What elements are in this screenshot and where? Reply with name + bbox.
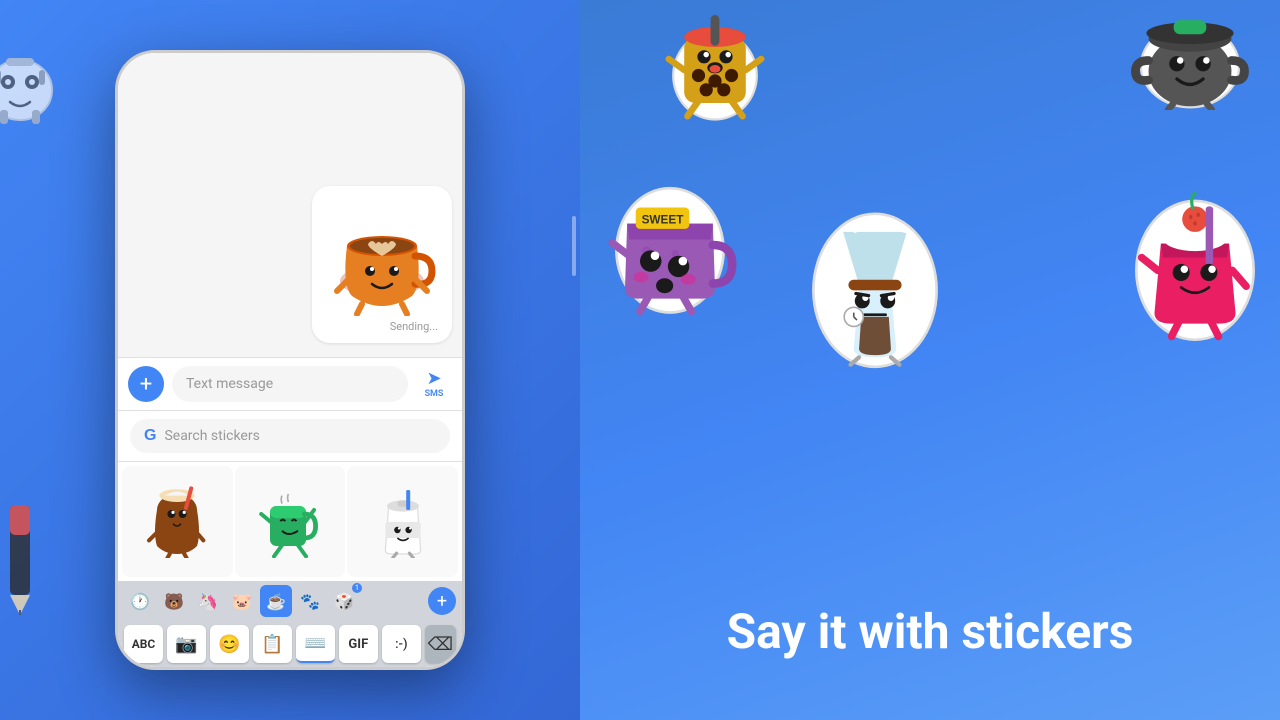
emoji-key[interactable]: 📷 [167,625,206,663]
phone-frame: Sending... + Text message ➤ SMS G Search… [115,50,465,670]
emoticon-text-key[interactable]: :-) [382,625,421,663]
sticker-cell-1[interactable] [122,466,233,577]
emoticon-key[interactable]: 😊 [210,625,249,663]
clipboard-key[interactable]: 📋 [253,625,292,663]
chat-area: Sending... [118,53,462,357]
tagline: Say it with stickers [727,603,1134,660]
keyboard-bottom-row: ABC 📷 😊 📋 ⌨️ GIF :-) ⌫ [118,621,462,667]
boba-sticker [660,15,770,125]
sticker-search-field[interactable]: G Search stickers [130,419,450,453]
sticker-tab-3[interactable]: 🐷 [226,585,258,617]
sticker-tab-4[interactable]: 🐾 [294,585,326,617]
sticker-tab-coffee[interactable]: ☕ [260,585,292,617]
svg-text:SWEET: SWEET [642,214,685,227]
sticker-grid [118,461,462,581]
sweet-mug-sticker: SWEET [600,170,740,320]
search-stickers-placeholder: Search stickers [164,428,259,444]
send-icon: ➤ [426,370,441,388]
send-label: SMS [425,389,444,399]
latte-sticker [322,196,442,316]
recent-tab[interactable]: 🕐 [124,585,156,617]
scroll-indicator [572,216,576,276]
left-panel: Sending... + Text message ➤ SMS G Search… [0,0,580,720]
bg-sticker-pencil [0,500,70,620]
message-bubble: Sending... [312,186,452,343]
sticker-tab-5[interactable]: 🎲 1 [328,585,360,617]
strawberry-shake-sticker [1125,185,1265,345]
abc-key[interactable]: ABC [124,625,163,663]
emoji-tab-row: 🕐 🐻 🦄 🐷 ☕ 🐾 🎲 1 + [118,581,462,621]
sticker-search-row: G Search stickers [118,410,462,461]
keyboard-key[interactable]: ⌨️ [296,625,335,663]
text-input-row: + Text message ➤ SMS [118,357,462,410]
gif-key[interactable]: GIF [339,625,378,663]
sticker-cell-2[interactable] [235,466,346,577]
attach-button[interactable]: + [128,366,164,402]
google-logo: G [144,427,156,445]
message-placeholder: Text message [186,376,273,392]
sending-status: Sending... [322,320,442,333]
message-input[interactable]: Text message [172,366,408,402]
bg-sticker-robot [0,50,70,140]
right-panel: SWEET [580,0,1280,720]
chemex-sticker [800,200,950,370]
send-button[interactable]: ➤ SMS [416,366,452,402]
pot-sticker [1130,0,1250,110]
sticker-cell-3[interactable] [347,466,458,577]
sticker-tab-1[interactable]: 🐻 [158,585,190,617]
sticker-tab-2[interactable]: 🦄 [192,585,224,617]
add-sticker-pack-button[interactable]: + [428,587,456,615]
delete-key[interactable]: ⌫ [425,625,456,663]
